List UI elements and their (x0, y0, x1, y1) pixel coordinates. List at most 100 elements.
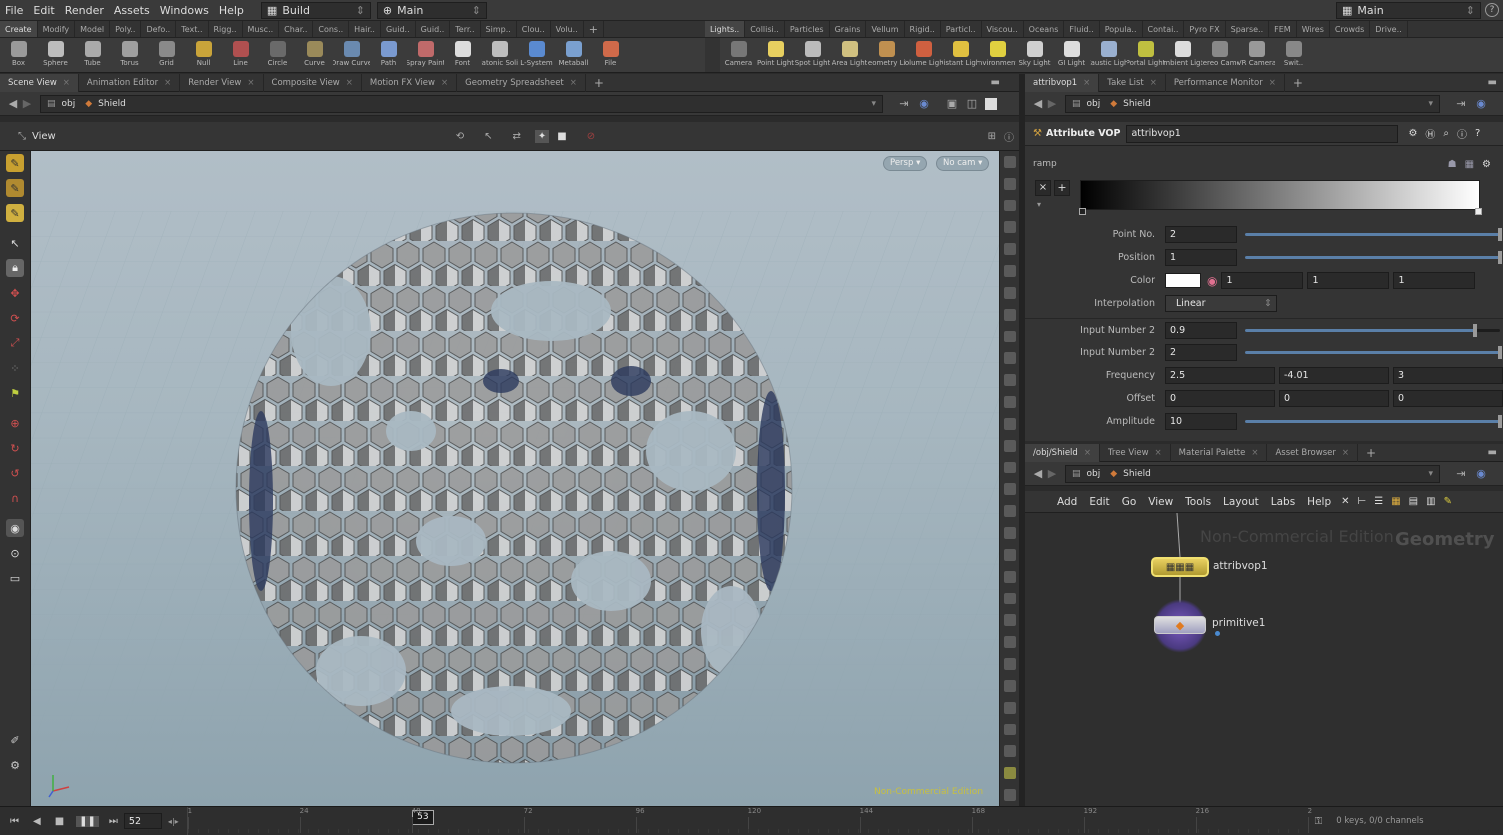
tool-swit[interactable]: Swit.. (1275, 38, 1312, 72)
shelf-tab[interactable]: Poly.. (110, 21, 142, 37)
menu-go[interactable]: Go (1116, 496, 1143, 508)
tool-point-light[interactable]: Point Light (757, 38, 794, 72)
shelf-tab[interactable]: Guid.. (381, 21, 416, 37)
shelf-tab[interactable]: Popula.. (1100, 21, 1143, 37)
tool-portal-light[interactable]: Portal Light (1127, 38, 1164, 72)
network-editor[interactable]: Non-Commercial Edition Geometry ▦▦▦ attr… (1025, 513, 1503, 806)
tool-circle[interactable]: Circle (259, 38, 296, 72)
shelf-tab[interactable]: Text.. (176, 21, 209, 37)
jump-start-icon[interactable]: ⏮ (10, 816, 19, 827)
display-icon[interactable] (1003, 243, 1016, 256)
menu-add[interactable]: Add (1051, 496, 1083, 508)
shelf-tab[interactable]: Hair.. (349, 21, 381, 37)
tab-attribvop1[interactable]: attribvop1 × (1025, 73, 1100, 92)
shelf-tab[interactable]: Rigg.. (209, 21, 243, 37)
shelf-tab[interactable]: Particl.. (941, 21, 982, 37)
shelf-tab[interactable]: Vellum (866, 21, 905, 37)
forward-arrow-icon[interactable]: ▶ (1045, 97, 1059, 111)
lock-icon[interactable]: 🔒︎ (6, 259, 24, 277)
shelf-tab[interactable]: Char.. (279, 21, 314, 37)
shelf-tab[interactable]: Pyro FX (1184, 21, 1226, 37)
shelf-tab[interactable]: Grains (830, 21, 867, 37)
object-mode-icon[interactable]: ✎ (6, 179, 24, 197)
shelf-tab[interactable]: Guid.. (416, 21, 451, 37)
tab-motion-fx-view[interactable]: Motion FX View × (362, 73, 458, 92)
link-icon[interactable]: ◉ (1474, 467, 1488, 481)
shelf-tab[interactable]: FEM (1269, 21, 1297, 37)
param-field[interactable]: 10 (1165, 413, 1237, 430)
shelf-tab[interactable]: Sparse.. (1226, 21, 1270, 37)
snap-icon[interactable]: ✦ (534, 129, 550, 143)
gear-icon[interactable]: ⚙ (1482, 159, 1491, 170)
brush-icon[interactable]: ✐ (6, 731, 24, 749)
tool-box[interactable]: Box (0, 38, 37, 72)
tab-composite-view[interactable]: Composite View × (264, 73, 362, 92)
display-icon[interactable] (1003, 592, 1016, 605)
shelf-tab[interactable]: Viscou.. (982, 21, 1024, 37)
param-slider[interactable] (1245, 415, 1502, 428)
tree-icon[interactable]: ⊢ (1358, 496, 1367, 507)
slider-handle[interactable] (1498, 251, 1502, 264)
add-tab-icon[interactable]: + (1358, 444, 1384, 462)
tool-grid[interactable]: Grid (148, 38, 185, 72)
display-icon[interactable] (1003, 483, 1016, 496)
display-icon[interactable] (1003, 265, 1016, 277)
tab-performance-monitor[interactable]: Performance Monitor × (1166, 73, 1285, 92)
param-slider[interactable] (1245, 323, 1500, 337)
param-slider[interactable] (1245, 228, 1502, 241)
menu-layout[interactable]: Layout (1217, 496, 1265, 508)
shelf-tab[interactable]: Simp.. (481, 21, 517, 37)
help-h-icon[interactable]: Ⓗ (1425, 126, 1435, 141)
frame-field[interactable]: 52 (123, 813, 162, 829)
display-icon[interactable] (1003, 199, 1016, 212)
tool-stereo-camera[interactable]: Stereo Camera (1201, 38, 1238, 72)
color-swatch[interactable] (1165, 273, 1201, 288)
grid-icon[interactable]: ▦ (1391, 496, 1400, 507)
network-path-field[interactable]: ▤ obj ◆ Shield ▾ (1065, 464, 1440, 483)
display-icon[interactable] (1003, 527, 1016, 539)
shelf-tab[interactable]: Defo.. (141, 21, 177, 37)
tool-caustic-light[interactable]: Caustic Light (1090, 38, 1127, 72)
display-icon[interactable] (1003, 614, 1016, 627)
menu-render[interactable]: Render (60, 4, 109, 17)
display-icon[interactable] (1003, 679, 1016, 692)
tab-material-palette[interactable]: Material Palette × (1171, 443, 1268, 462)
param-field[interactable]: 0 (1279, 390, 1389, 407)
display-icon[interactable] (1003, 417, 1016, 430)
menu-labs[interactable]: Labs (1265, 496, 1301, 508)
slider-handle[interactable] (1498, 346, 1502, 359)
tool-environment-light[interactable]: Environment Light (979, 38, 1016, 72)
camera-menu[interactable]: No cam ▾ (936, 156, 990, 171)
desktop-dropdown[interactable]: ▦ Build ⇕ (260, 1, 371, 19)
tool-tube[interactable]: Tube (74, 38, 111, 72)
maximize-icon[interactable] (985, 97, 997, 110)
tool-sphere[interactable]: Sphere (37, 38, 74, 72)
display-icon[interactable] (1003, 177, 1016, 190)
key-prev-icon[interactable]: ◂|▸ (168, 817, 179, 826)
tab-asset-browser[interactable]: Asset Browser × (1267, 443, 1358, 462)
close-icon[interactable]: × (164, 78, 171, 88)
list-icon[interactable]: ☰ (1374, 496, 1383, 507)
shelf-tab[interactable]: Fluid.. (1064, 21, 1100, 37)
param-field[interactable]: -4.01 (1279, 367, 1389, 384)
back-arrow-icon[interactable]: ◀ (6, 97, 20, 111)
tab-tree-view[interactable]: Tree View × (1100, 443, 1171, 462)
tool-ambient-light[interactable]: Ambient Light (1164, 38, 1201, 72)
render-region-icon[interactable]: ▭ (6, 569, 24, 587)
display-icon[interactable] (1003, 636, 1016, 649)
param-field[interactable]: 0.9 (1165, 321, 1237, 339)
close-icon[interactable]: × (1155, 448, 1162, 458)
shelf-tab[interactable]: Modify (38, 21, 76, 37)
table-icon[interactable]: ▤ (1409, 496, 1418, 507)
tool-font[interactable]: Font (444, 38, 481, 72)
shelf-tab[interactable]: Clou.. (517, 21, 551, 37)
node-attribvop1[interactable]: ▦▦▦ (1151, 557, 1209, 577)
pin-icon[interactable]: ⇥ (1454, 467, 1468, 481)
close-icon[interactable]: × (1083, 78, 1090, 88)
shelf-tab[interactable]: Cons.. (313, 21, 350, 37)
param-field[interactable]: 1 (1165, 249, 1237, 266)
display-icon[interactable] (1003, 548, 1016, 561)
menu-file[interactable]: File (0, 4, 28, 17)
shelf-tab[interactable]: Wires (1297, 21, 1330, 37)
view-tool-icon[interactable]: ◉ (6, 519, 24, 537)
